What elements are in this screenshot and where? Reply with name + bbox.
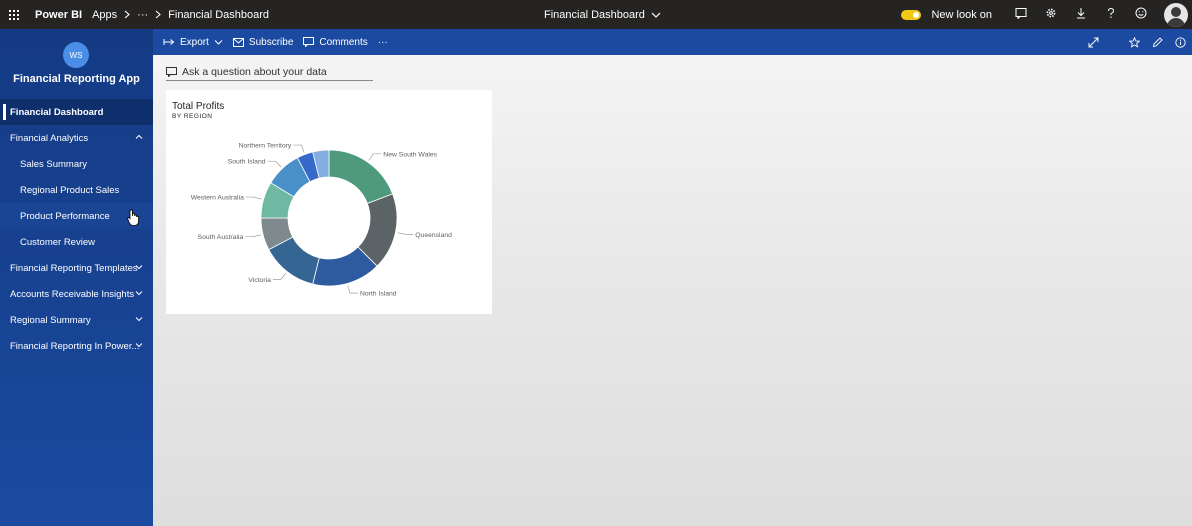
qa-placeholder: Ask a question about your data: [182, 66, 327, 78]
data-label: Queensland: [415, 232, 452, 239]
nav-item-accounts-receivable-insights[interactable]: Accounts Receivable Insights: [0, 281, 153, 307]
comment-icon: [303, 37, 315, 47]
user-avatar[interactable]: [1164, 2, 1188, 27]
nav-item-label: Financial Dashboard: [10, 106, 104, 118]
data-label: Northern Territory: [239, 143, 292, 150]
mouse-pointer-hand-icon: [127, 209, 139, 226]
total-profits-tile[interactable]: Total Profits BY REGION New South Wales Q…: [166, 90, 492, 314]
report-title: Financial Dashboard: [544, 8, 645, 21]
data-label: South Australia: [198, 234, 244, 241]
app-title: Financial Reporting App: [13, 73, 140, 85]
more-options-label: ···: [377, 36, 388, 48]
nav-item-label: Regional Summary: [10, 314, 91, 326]
nav-item-label: Financial Analytics: [10, 132, 89, 144]
help-icon[interactable]: [1096, 7, 1126, 22]
nav-item-label: Accounts Receivable Insights: [10, 288, 135, 300]
nav-item-label: Financial Reporting Templates: [10, 262, 138, 274]
info-icon[interactable]: [1175, 36, 1186, 48]
chevron-up-icon[interactable]: [135, 133, 143, 141]
settings-gear-icon[interactable]: [1036, 7, 1066, 22]
chevron-right-icon: [124, 10, 130, 19]
nav-item-regional-product-sales[interactable]: Regional Product Sales: [0, 177, 153, 203]
nav-item-regional-summary[interactable]: Regional Summary: [0, 307, 153, 333]
data-label-leader-line: [397, 232, 414, 235]
data-label-leader-line: [293, 144, 305, 153]
nav-item-label: Customer Review: [20, 236, 95, 248]
nav-item-financial-reporting-in-power[interactable]: Financial Reporting In Power...: [0, 333, 153, 359]
app-navigation-pane: WS Financial Reporting App Financial Das…: [0, 29, 153, 526]
comments-label: Comments: [319, 36, 368, 48]
chevron-down-icon: [214, 39, 223, 45]
subscribe-button[interactable]: Subscribe: [232, 36, 294, 48]
top-header: Power BI Apps ··· Financial Dashboard Fi…: [0, 0, 1192, 29]
data-label: Western Australia: [191, 195, 244, 202]
workspace-badge: WS: [63, 42, 89, 68]
app-launcher-icon[interactable]: [0, 0, 28, 29]
chevron-right-icon: [155, 10, 161, 19]
chevron-down-icon[interactable]: [135, 315, 143, 323]
nav-item-financial-analytics[interactable]: Financial Analytics: [0, 125, 153, 151]
chevron-down-icon[interactable]: [135, 263, 143, 271]
data-label-leader-line: [245, 196, 262, 200]
nav-item-financial-dashboard[interactable]: Financial Dashboard: [0, 99, 153, 125]
favorite-star-icon[interactable]: [1129, 36, 1140, 48]
export-label: Export: [180, 36, 209, 48]
data-label-leader-line: [368, 153, 382, 161]
more-options-button[interactable]: ···: [378, 37, 388, 48]
new-look-toggle[interactable]: [901, 9, 922, 20]
mail-icon: [232, 37, 244, 47]
data-label-leader-line: [347, 285, 358, 294]
nav-item-label: Product Performance: [20, 210, 110, 222]
report-title-dropdown[interactable]: Financial Dashboard: [544, 0, 661, 29]
nav-item-label: Regional Product Sales: [20, 184, 120, 196]
feedback-smiley-icon[interactable]: [1126, 7, 1156, 22]
dashboard-canvas: Ask a question about your data Total Pro…: [153, 55, 1192, 526]
export-arrow-icon: [163, 39, 175, 45]
breadcrumb: Apps ··· Financial Dashboard: [92, 9, 269, 21]
edit-pencil-icon[interactable]: [1152, 36, 1163, 48]
chat-bubble-icon: [166, 67, 177, 77]
subscribe-label: Subscribe: [248, 36, 294, 48]
comments-button[interactable]: Comments: [303, 36, 368, 48]
data-label: New South Wales: [383, 151, 437, 158]
data-label: South Island: [228, 159, 266, 166]
expand-fullscreen-icon[interactable]: [1088, 37, 1099, 48]
data-label-leader-line: [245, 234, 262, 238]
nav-item-sales-summary[interactable]: Sales Summary: [0, 151, 153, 177]
data-label-leader-line: [272, 272, 287, 280]
breadcrumb-apps[interactable]: Apps: [92, 9, 117, 21]
nav-item-customer-review[interactable]: Customer Review: [0, 229, 153, 255]
data-label: North Island: [360, 291, 397, 298]
download-icon[interactable]: [1066, 7, 1096, 22]
breadcrumb-financial-dashboard[interactable]: Financial Dashboard: [168, 9, 269, 21]
nav-list: Financial Dashboard Financial Analytics …: [0, 99, 153, 359]
report-action-bar: Export Subscribe Comments ···: [153, 29, 1192, 55]
new-look-label: New look on: [931, 8, 992, 21]
power-bi-brand[interactable]: Power BI: [35, 9, 82, 21]
donut-chart: New South Wales Queensland North Island Vic…: [191, 143, 452, 298]
chevron-down-icon: [651, 12, 661, 18]
chevron-down-icon[interactable]: [135, 341, 143, 349]
qa-question-box[interactable]: Ask a question about your data: [166, 64, 373, 81]
notifications-icon[interactable]: [1006, 7, 1036, 22]
nav-item-financial-reporting-templates[interactable]: Financial Reporting Templates: [0, 255, 153, 281]
data-label-leader-line: [267, 160, 282, 168]
export-button[interactable]: Export: [163, 37, 223, 48]
chevron-down-icon[interactable]: [135, 289, 143, 297]
data-label: Victoria: [248, 277, 271, 284]
breadcrumb-more[interactable]: ···: [137, 9, 148, 21]
nav-item-label: Sales Summary: [20, 158, 88, 170]
nav-item-label: Financial Reporting In Power...: [10, 340, 140, 352]
